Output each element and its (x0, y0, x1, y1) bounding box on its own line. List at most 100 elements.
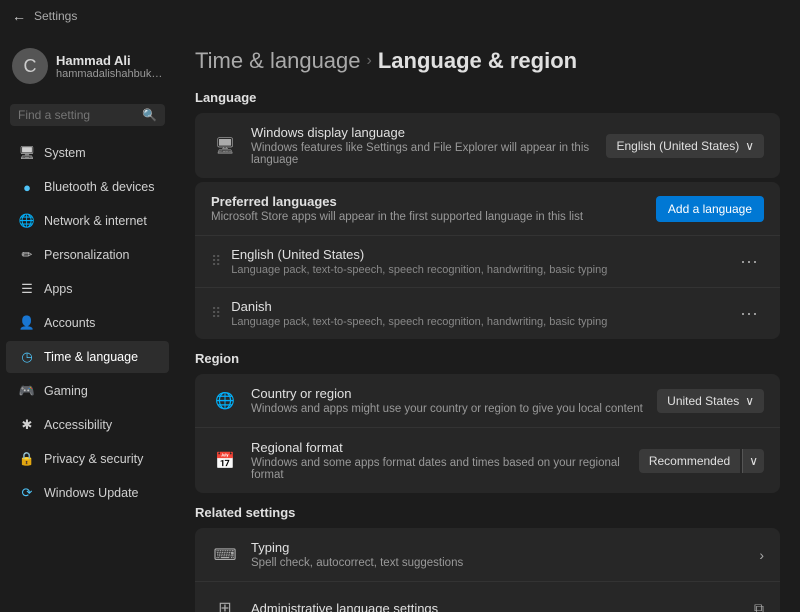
country-sub: Windows and apps might use your country … (251, 403, 657, 415)
language-section-label: Language (195, 90, 780, 105)
accessibility-icon: ✱ (18, 416, 36, 434)
language-sub-danish: Language pack, text-to-speech, speech re… (231, 316, 734, 328)
sidebar-item-accounts[interactable]: 👤 Accounts (6, 307, 169, 339)
typing-chevron: › (759, 547, 764, 563)
country-title: Country or region (251, 386, 657, 401)
format-value: Recommended (649, 454, 730, 468)
sidebar-item-time-language[interactable]: ◷ Time & language (6, 341, 169, 373)
sidebar-item-apps[interactable]: ☰ Apps (6, 273, 169, 305)
language-sub-english: Language pack, text-to-speech, speech re… (231, 264, 734, 276)
language-name-english: English (United States) (231, 247, 734, 262)
chevron-down-icon: ∨ (745, 394, 754, 408)
typing-row[interactable]: ⌨ Typing Spell check, autocorrect, text … (195, 528, 780, 582)
preferred-title: Preferred languages (211, 194, 656, 209)
display-language-row: 🖥 Windows display language Windows featu… (195, 113, 780, 178)
search-box: 🔍 (10, 104, 165, 126)
sidebar-item-label: System (44, 146, 86, 160)
region-section-label: Region (195, 351, 780, 366)
related-section-label: Related settings (195, 505, 780, 520)
admin-lang-icon: ⊞ (211, 594, 239, 612)
display-language-value: English (United States) (616, 139, 739, 153)
drag-handle-english[interactable]: ⠿ (211, 253, 221, 270)
gaming-icon: 🎮 (18, 382, 36, 400)
sidebar-item-gaming[interactable]: 🎮 Gaming (6, 375, 169, 407)
preferred-languages-card: Preferred languages Microsoft Store apps… (195, 182, 780, 339)
avatar: C (12, 48, 48, 84)
breadcrumb-separator: › (367, 52, 372, 70)
sidebar-item-label: Privacy & security (44, 452, 143, 466)
more-options-english[interactable]: ··· (734, 249, 764, 274)
search-input[interactable] (18, 108, 138, 122)
sidebar-item-label: Personalization (44, 248, 129, 262)
breadcrumb: Time & language › Language & region (195, 48, 780, 74)
sidebar-item-label: Gaming (44, 384, 88, 398)
sidebar-item-bluetooth[interactable]: ● Bluetooth & devices (6, 171, 169, 203)
add-language-button[interactable]: Add a language (656, 196, 764, 222)
sidebar-item-privacy[interactable]: 🔒 Privacy & security (6, 443, 169, 475)
privacy-icon: 🔒 (18, 450, 36, 468)
sidebar-item-label: Windows Update (44, 486, 139, 500)
sidebar-item-label: Time & language (44, 350, 138, 364)
region-card: 🌐 Country or region Windows and apps mig… (195, 374, 780, 493)
sidebar-item-personalization[interactable]: ✏ Personalization (6, 239, 169, 271)
breadcrumb-parent: Time & language (195, 48, 361, 74)
display-language-title: Windows display language (251, 125, 606, 140)
display-language-action: English (United States) ∨ (606, 134, 764, 158)
display-language-card: 🖥 Windows display language Windows featu… (195, 113, 780, 178)
language-row-english: ⠿ English (United States) Language pack,… (195, 236, 780, 288)
back-button[interactable]: ← (12, 8, 26, 24)
country-action: United States ∨ (657, 389, 764, 413)
language-row-danish: ⠿ Danish Language pack, text-to-speech, … (195, 288, 780, 339)
preferred-header: Preferred languages Microsoft Store apps… (195, 182, 780, 236)
time-icon: ◷ (18, 348, 36, 366)
country-dropdown[interactable]: United States ∨ (657, 389, 764, 413)
format-row: 📅 Regional format Windows and some apps … (195, 428, 780, 493)
user-email: hammadalishahbukh... (56, 68, 163, 80)
sidebar: C Hammad Ali hammadalishahbukh... 🔍 🖥 Sy… (0, 32, 175, 612)
sidebar-item-network[interactable]: 🌐 Network & internet (6, 205, 169, 237)
admin-lang-title: Administrative language settings (251, 601, 754, 612)
admin-lang-content: Administrative language settings (251, 601, 754, 612)
titlebar: ← Settings (0, 0, 800, 32)
display-language-sub: Windows features like Settings and File … (251, 142, 606, 166)
preferred-header-content: Preferred languages Microsoft Store apps… (211, 194, 656, 223)
language-name-danish: Danish (231, 299, 734, 314)
accounts-icon: 👤 (18, 314, 36, 332)
sidebar-item-system[interactable]: 🖥 System (6, 137, 169, 169)
format-content: Regional format Windows and some apps fo… (251, 440, 639, 481)
country-row: 🌐 Country or region Windows and apps mig… (195, 374, 780, 428)
format-dropdown-group: Recommended ∨ (639, 449, 764, 473)
bluetooth-icon: ● (18, 178, 36, 196)
sidebar-item-label: Network & internet (44, 214, 147, 228)
format-title: Regional format (251, 440, 639, 455)
external-link-icon: ⧉ (754, 600, 764, 612)
sidebar-item-label: Apps (44, 282, 73, 296)
update-icon: ⟳ (18, 484, 36, 502)
typing-sub: Spell check, autocorrect, text suggestio… (251, 557, 759, 569)
related-card: ⌨ Typing Spell check, autocorrect, text … (195, 528, 780, 612)
admin-lang-chevron: ⧉ (754, 600, 764, 612)
user-name: Hammad Ali (56, 53, 163, 68)
more-options-danish[interactable]: ··· (734, 301, 764, 326)
sidebar-item-accessibility[interactable]: ✱ Accessibility (6, 409, 169, 441)
chevron-right-icon: › (759, 547, 764, 563)
preferred-sub: Microsoft Store apps will appear in the … (211, 211, 656, 223)
breadcrumb-current: Language & region (378, 48, 577, 74)
apps-icon: ☰ (18, 280, 36, 298)
chevron-down-icon: ∨ (745, 139, 754, 153)
typing-content: Typing Spell check, autocorrect, text su… (251, 540, 759, 569)
admin-lang-row[interactable]: ⊞ Administrative language settings ⧉ (195, 582, 780, 612)
format-sub: Windows and some apps format dates and t… (251, 457, 639, 481)
user-profile[interactable]: C Hammad Ali hammadalishahbukh... (0, 40, 175, 92)
format-action: Recommended ∨ (639, 449, 764, 473)
format-dropdown-value[interactable]: Recommended (639, 449, 740, 473)
personalization-icon: ✏ (18, 246, 36, 264)
system-icon: 🖥 (18, 144, 36, 162)
country-icon: 🌐 (211, 387, 239, 415)
drag-handle-danish[interactable]: ⠿ (211, 305, 221, 322)
sidebar-item-windows-update[interactable]: ⟳ Windows Update (6, 477, 169, 509)
typing-icon: ⌨ (211, 541, 239, 569)
format-dropdown-arrow[interactable]: ∨ (742, 449, 764, 473)
user-info: Hammad Ali hammadalishahbukh... (56, 53, 163, 80)
display-language-dropdown[interactable]: English (United States) ∨ (606, 134, 764, 158)
